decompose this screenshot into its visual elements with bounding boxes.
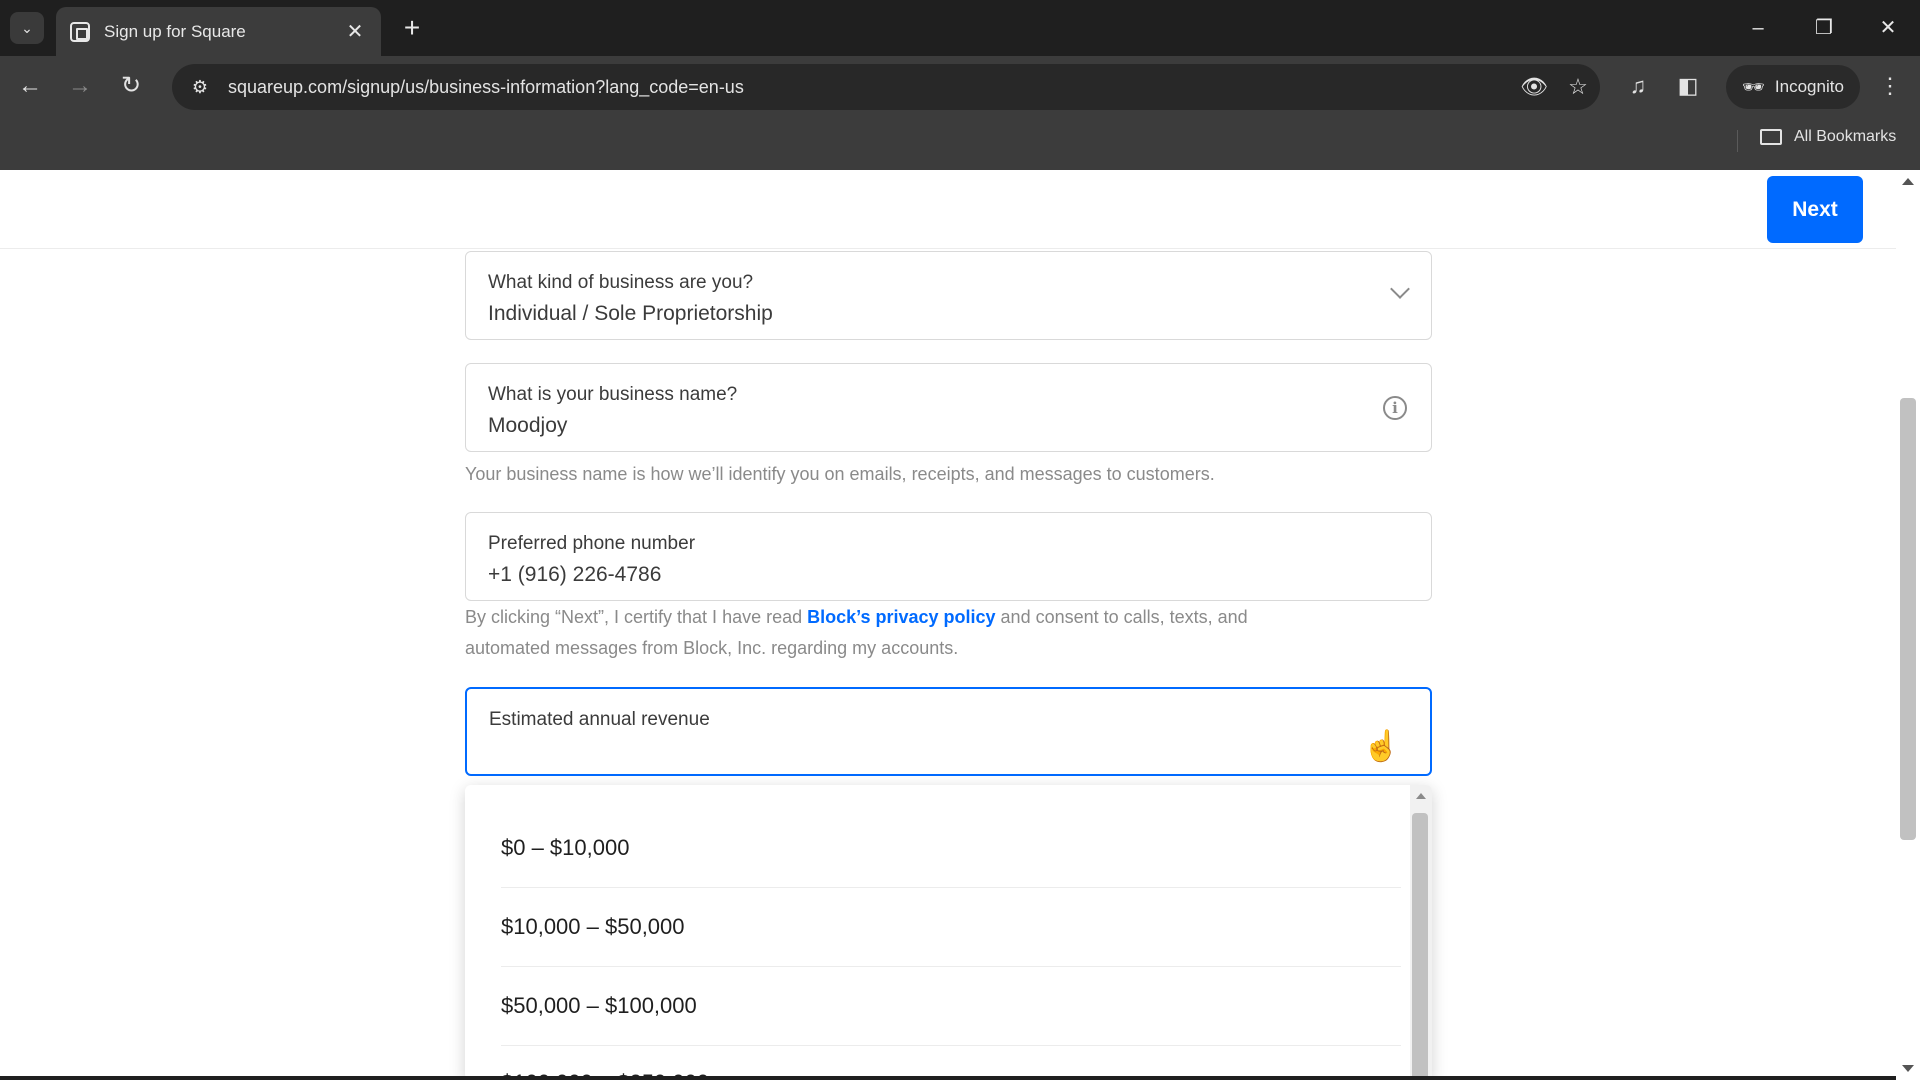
back-button[interactable]: ← <box>10 66 50 106</box>
revenue-label: Estimated annual revenue <box>489 709 710 730</box>
media-control-icon[interactable]: ♫ <box>1618 66 1658 106</box>
consent-text-line2: automated messages from Block, Inc. rega… <box>465 638 959 658</box>
business-name-value[interactable]: Moodjoy <box>488 414 567 438</box>
chevron-down-icon: ⌄ <box>21 19 33 36</box>
business-type-value: Individual / Sole Proprietorship <box>488 302 773 325</box>
tab-title: Sign up for Square <box>104 21 246 41</box>
bottom-edge <box>0 1076 1896 1080</box>
dropdown-scroll-thumb[interactable] <box>1412 813 1428 1080</box>
browser-tab-bar: ⌄ Sign up for Square ✕ + – ❐ ✕ <box>0 0 1920 56</box>
revenue-option[interactable]: $10,000 – $50,000 <box>465 887 1410 966</box>
scroll-down-icon[interactable] <box>1902 1065 1914 1072</box>
incognito-label: Incognito <box>1774 77 1844 96</box>
scroll-up-icon[interactable] <box>1902 178 1914 185</box>
address-bar[interactable]: ⚙ squareup.com/signup/us/business-inform… <box>172 64 1600 110</box>
all-bookmarks-button[interactable]: All Bookmarks <box>1760 128 1896 146</box>
tab-search-button[interactable]: ⌄ <box>10 12 44 44</box>
star-icon[interactable]: ☆ <box>1556 74 1600 100</box>
next-button[interactable]: Next <box>1767 176 1863 243</box>
signup-page: Next What kind of business are you? Indi… <box>0 170 1920 1080</box>
reload-icon: ↻ <box>120 72 142 99</box>
folder-icon <box>1760 129 1782 145</box>
privacy-policy-link[interactable]: Block’s privacy policy <box>807 607 995 627</box>
arrow-right-icon: → <box>68 72 92 99</box>
menu-icon[interactable]: ⋮ <box>1870 66 1910 106</box>
phone-label: Preferred phone number <box>488 533 696 554</box>
dropdown-scrollbar[interactable] <box>1410 785 1432 1080</box>
bookmarks-divider <box>1737 130 1738 152</box>
business-type-select[interactable]: What kind of business are you? Individua… <box>465 251 1432 340</box>
incognito-icon: 🕶 <box>1742 76 1765 97</box>
page-scroll-thumb[interactable] <box>1900 398 1916 840</box>
site-info-icon[interactable]: ⚙ <box>182 77 218 98</box>
close-tab-icon[interactable]: ✕ <box>343 19 367 44</box>
side-panel-icon[interactable]: ◧ <box>1668 66 1708 106</box>
restore-button[interactable]: ❐ <box>1802 12 1846 44</box>
page-scrollbar[interactable] <box>1896 170 1920 1080</box>
hand-cursor-icon: ☝ <box>1362 730 1400 763</box>
revenue-option[interactable]: $50,000 – $100,000 <box>465 966 1410 1045</box>
phone-input[interactable]: Preferred phone number +1 (916) 226-4786 <box>465 512 1432 601</box>
consent-text: By clicking “Next”, I certify that I hav… <box>465 602 1248 664</box>
business-name-helper: Your business name is how we’ll identify… <box>465 464 1215 484</box>
all-bookmarks-label: All Bookmarks <box>1794 128 1897 145</box>
revenue-option[interactable]: $100,000 – $250,000 <box>465 1043 1410 1080</box>
incognito-badge[interactable]: 🕶 Incognito <box>1726 65 1860 109</box>
arrow-left-icon: ← <box>18 72 42 99</box>
chevron-down-icon <box>1390 279 1410 299</box>
phone-value[interactable]: +1 (916) 226-4786 <box>488 563 661 587</box>
reload-button[interactable]: ↻ <box>111 66 151 106</box>
url-text[interactable]: squareup.com/signup/us/business-informat… <box>228 77 1512 98</box>
revenue-options-list[interactable]: $0 – $10,000 $10,000 – $50,000 $50,000 –… <box>465 785 1432 1080</box>
business-type-label: What kind of business are you? <box>488 272 754 293</box>
header-divider <box>0 248 1896 249</box>
revenue-option[interactable]: $0 – $10,000 <box>465 808 1410 887</box>
business-name-input[interactable]: What is your business name? Moodjoy i <box>465 363 1432 452</box>
eye-off-icon[interactable]: 👁 <box>1512 74 1556 100</box>
info-icon[interactable]: i <box>1383 396 1407 420</box>
minimize-button[interactable]: – <box>1736 12 1780 44</box>
business-name-label: What is your business name? <box>488 384 738 405</box>
scroll-up-icon[interactable] <box>1416 793 1426 799</box>
browser-tab[interactable]: Sign up for Square ✕ <box>56 7 381 56</box>
browser-toolbar: ← → ↻ ⚙ squareup.com/signup/us/business-… <box>0 56 1920 170</box>
revenue-select[interactable]: Estimated annual revenue ☝ <box>465 687 1432 776</box>
forward-button[interactable]: → <box>60 66 100 106</box>
consent-text-before: By clicking “Next”, I certify that I hav… <box>465 607 808 627</box>
consent-text-after: and consent to calls, texts, and <box>995 607 1248 627</box>
square-favicon-icon <box>70 21 90 42</box>
close-window-button[interactable]: ✕ <box>1866 12 1910 44</box>
new-tab-button[interactable]: + <box>396 12 428 44</box>
